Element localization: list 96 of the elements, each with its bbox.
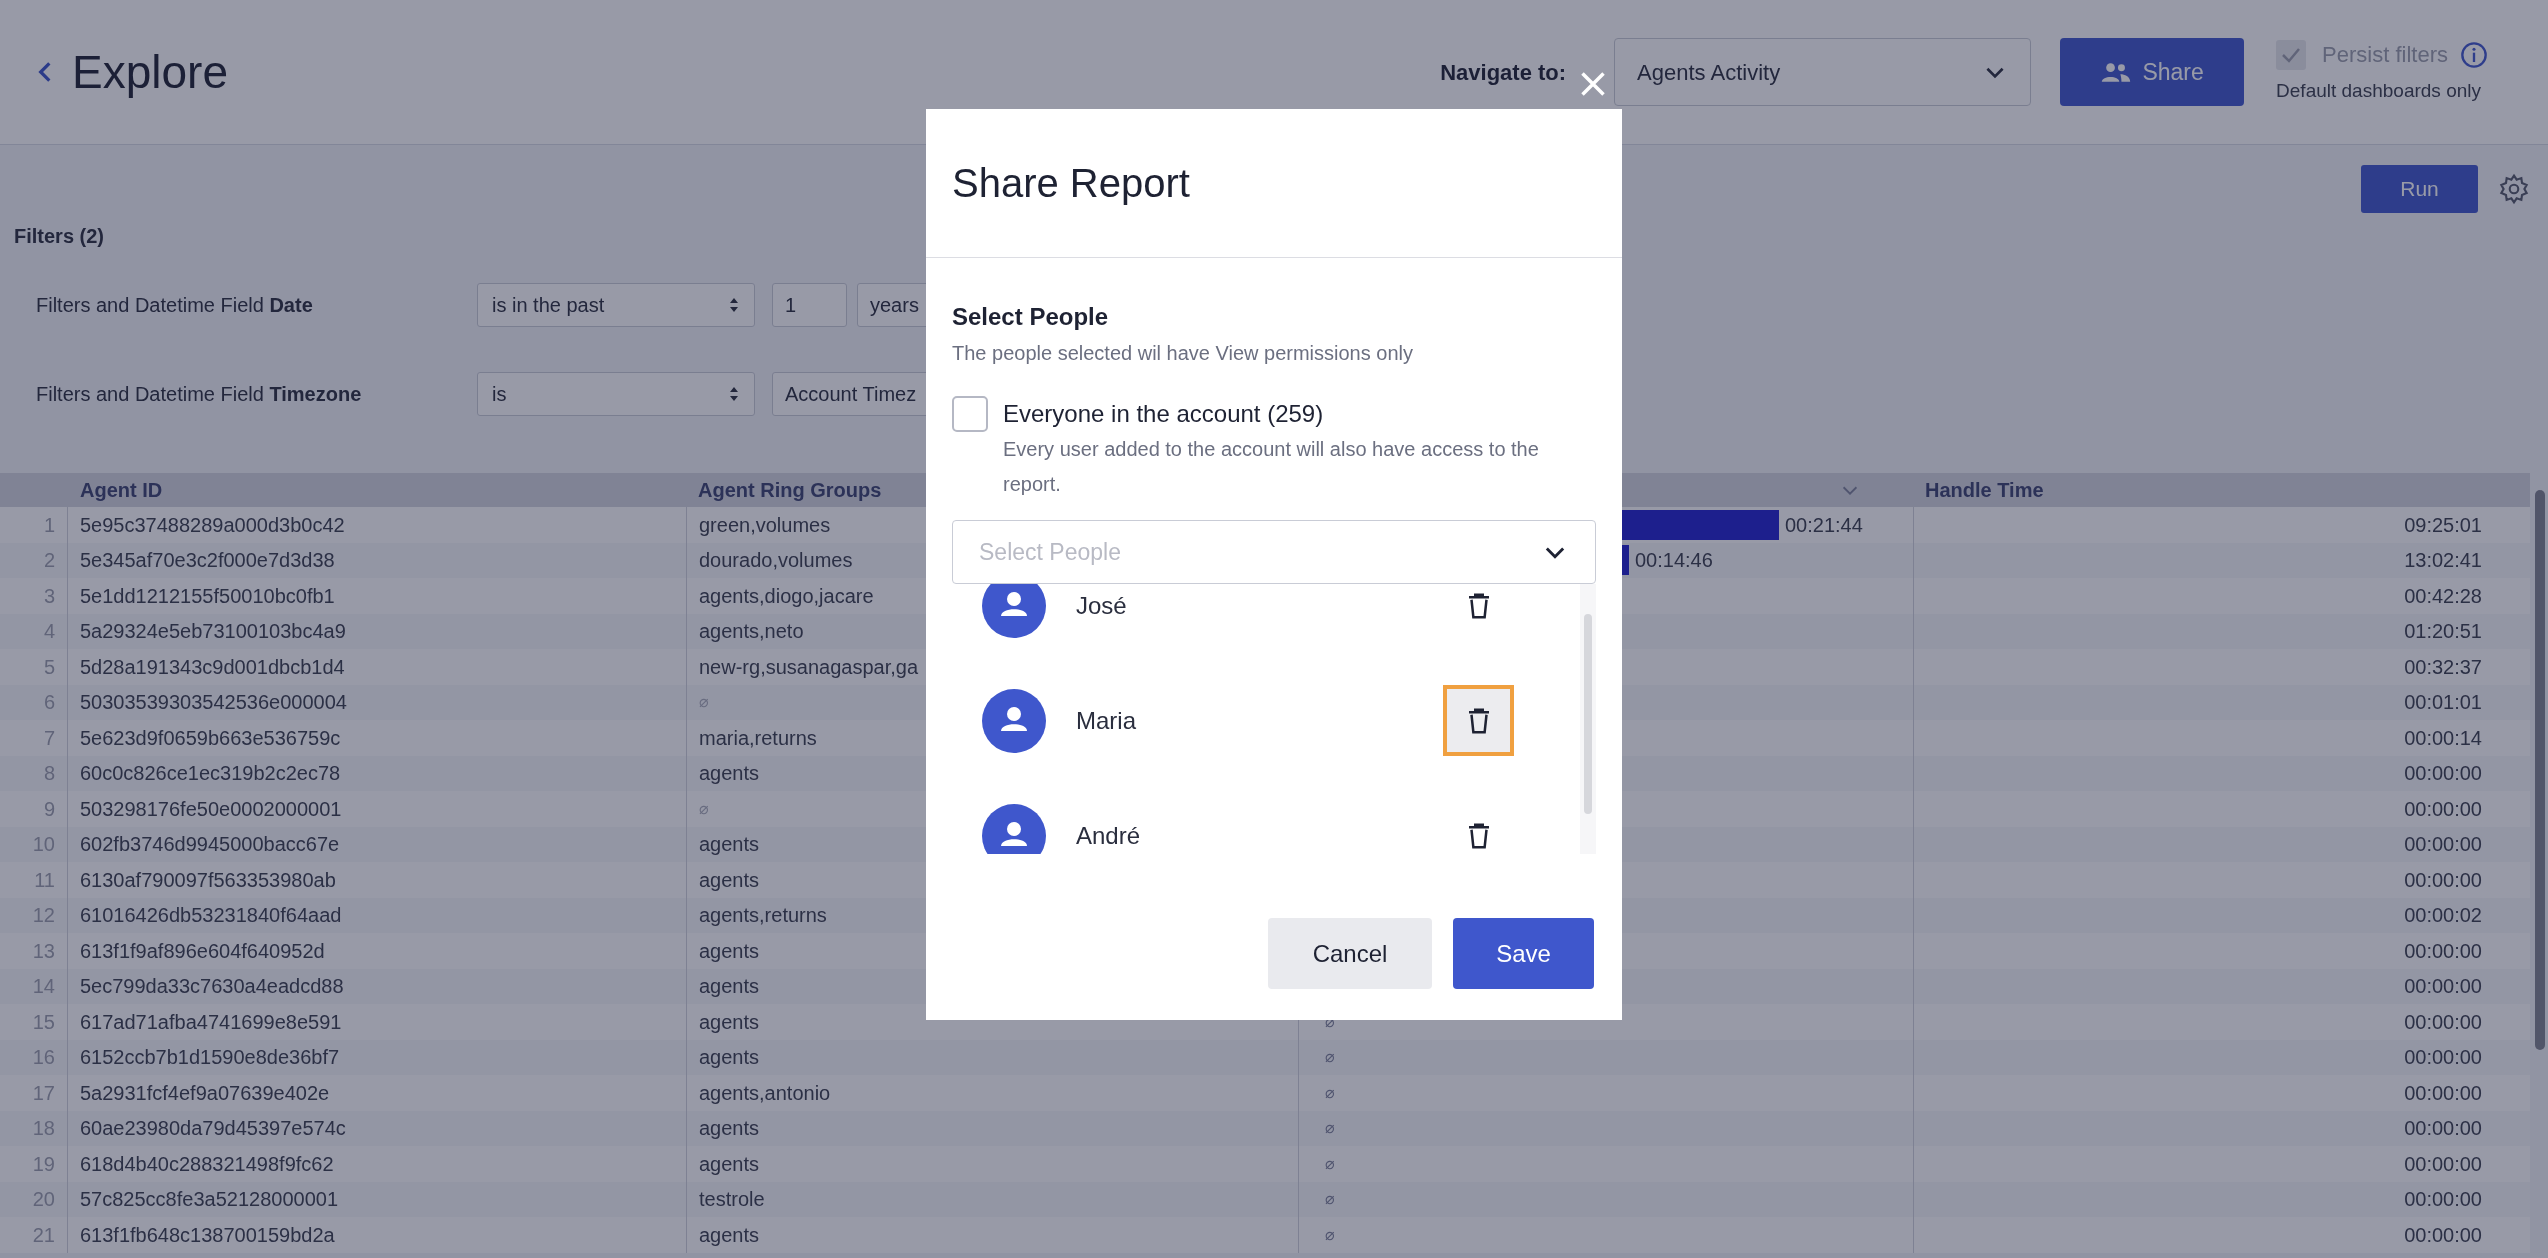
table-cell-text: 602fb3746d9945000bacc67e <box>80 832 340 858</box>
row-number: 11 <box>34 867 55 893</box>
table-cell-text: 00:00:02 <box>2404 903 2482 929</box>
table-cell-text: 50303539303542536e000004 <box>80 690 347 716</box>
table-cell-text: 5e345af70e3c2f000e7d3d38 <box>80 548 335 574</box>
table-cell-text: 6152ccb7b1d1590e8de36bf7 <box>80 1045 340 1071</box>
table-cell-text: 09:25:01 <box>2404 512 2482 538</box>
page-title: Explore <box>72 44 228 100</box>
table-cell-text: dourado,volumes <box>699 548 853 574</box>
table-cell-text: 6130af790097f563353980ab <box>80 867 336 893</box>
table-cell-text: maria,returns <box>699 725 817 751</box>
table-cell-text: 00:21:44 <box>1785 512 1863 538</box>
table-cell-text: 00:00:00 <box>2404 938 2482 964</box>
table-cell-text: 00:00:00 <box>2404 1116 2482 1142</box>
table-cell-text: 00:32:37 <box>2404 654 2482 680</box>
table-cell-text: 00:00:00 <box>2404 1009 2482 1035</box>
section-title: Select People <box>952 302 1110 332</box>
table-cell-text: 5d28a191343c9d001dbcb1d4 <box>80 654 345 680</box>
row-number: 15 <box>32 1009 55 1035</box>
section-hint: The people selected wil have View permissions only <box>952 341 1414 366</box>
table-cell-text: 00:00:00 <box>2404 1187 2482 1213</box>
row-number: 1 <box>43 512 55 538</box>
table-cell-text: 503298176fe50e0002000001 <box>80 796 342 822</box>
persist-filters-note: Default dashboards only <box>2276 79 2482 104</box>
row-number: 13 <box>32 938 55 964</box>
row-number: 19 <box>32 1151 55 1177</box>
row-number: 9 <box>43 796 55 822</box>
table-cell-text: agents <box>699 1222 760 1248</box>
table-cell-text: 00:00:00 <box>2404 1151 2482 1177</box>
person-name: José <box>1076 590 1128 621</box>
table-cell-text: 00:00:00 <box>2404 974 2482 1000</box>
table-cell-text: agents <box>699 1116 760 1142</box>
table-cell-text: 00:14:46 <box>1635 548 1713 574</box>
table-cell-text: testrole <box>699 1187 765 1213</box>
table-cell-text: agents <box>699 832 760 858</box>
table-cell-text: 5e623d9f0659b663e536759c <box>80 725 341 751</box>
table-cell-text: 00:00:00 <box>2404 832 2482 858</box>
table-cell-text: 613f1f9af896e604f640952d <box>80 938 325 964</box>
table-cell-text: ⌀ <box>1325 1224 1335 1245</box>
table-cell-text: agents,returns <box>699 903 827 929</box>
row-number: 5 <box>43 654 55 680</box>
table-cell-text: 618d4b40c288321498f9fc62 <box>80 1151 334 1177</box>
table-cell-text: agents <box>699 1009 760 1035</box>
table-cell-text: agents <box>699 1151 760 1177</box>
everyone-hint: Every user added to the account will also have access to the report. <box>1003 437 1540 497</box>
table-cell-text: 00:00:14 <box>2404 725 2482 751</box>
table-cell-text: agents <box>699 938 760 964</box>
table-cell-text: 00:00:00 <box>2404 796 2482 822</box>
row-number: 7 <box>43 725 55 751</box>
table-cell-text: ⌀ <box>1325 1153 1335 1174</box>
table-cell-text: 00:00:00 <box>2404 1080 2482 1106</box>
table-cell-text: ⌀ <box>699 798 709 819</box>
row-number: 21 <box>32 1222 55 1248</box>
table-cell-text: 5a29324e5eb73100103bc4a9 <box>80 619 346 645</box>
filter-label: Filters and Datetime Field Timezone <box>35 382 363 407</box>
table-cell-text: ⌀ <box>1325 1047 1335 1068</box>
table-cell-text: green,volumes <box>699 512 831 538</box>
table-cell-text: 00:00:00 <box>2404 1045 2482 1071</box>
table-cell-text: agents,antonio <box>699 1080 831 1106</box>
table-cell-text: 5a2931fcf4ef9a07639e402e <box>80 1080 330 1106</box>
table-cell-text: ⌀ <box>1325 1189 1335 1210</box>
table-cell-text: 617ad71afba4741699e8e591 <box>80 1009 342 1035</box>
table-cell-text: 57c825cc8fe3a52128000001 <box>80 1187 339 1213</box>
table-cell-text: agents <box>699 1045 760 1071</box>
table-cell-text: ⌀ <box>1325 1082 1335 1103</box>
table-cell-text: agents <box>699 761 760 787</box>
filter-label: Filters and Datetime Field Date <box>35 293 314 318</box>
row-number: 3 <box>43 583 55 609</box>
table-cell-text: 5e95c37488289a000d3b0c42 <box>80 512 345 538</box>
persist-filters-label: Persist filters <box>2322 41 2448 70</box>
table-cell-text: agents,diogo,jacare <box>699 583 874 609</box>
table-cell-text: 613f1fb648c138700159bd2a <box>80 1222 335 1248</box>
dialog-title: Share Report <box>952 160 1190 207</box>
table-cell-text: 13:02:41 <box>2404 548 2482 574</box>
table-cell-text: 60c0c826ce1ec319b2c2ec78 <box>80 761 341 787</box>
table-cell-text: 00:42:28 <box>2404 583 2482 609</box>
table-cell-text: 5e1dd1212155f50010bc0fb1 <box>80 583 335 609</box>
table-cell-text: 5ec799da33c7630a4eadcd88 <box>80 974 344 1000</box>
table-cell-text: 61016426db53231840f64aad <box>80 903 342 929</box>
table-cell-text: new-rg,susanagaspar,ga <box>699 654 919 680</box>
person-name: André <box>1076 820 1142 851</box>
table-cell-text: 00:01:01 <box>2404 690 2482 716</box>
select-placeholder: Select People <box>979 537 1121 567</box>
table-cell-text: agents <box>699 974 760 1000</box>
table-cell-text: agents <box>699 867 760 893</box>
table-cell-text: 00:00:00 <box>2404 867 2482 893</box>
table-cell-text: 00:00:00 <box>2404 1222 2482 1248</box>
table-cell-text: 60ae23980da79d45397e574c <box>80 1116 346 1142</box>
row-number: 17 <box>32 1080 55 1106</box>
table-cell-text: agents,neto <box>699 619 804 645</box>
table-cell-text: ⌀ <box>699 692 709 713</box>
table-cell-text: ⌀ <box>1325 1118 1335 1139</box>
table-cell-text: 00:00:00 <box>2404 761 2482 787</box>
person-name: Maria <box>1076 705 1137 736</box>
table-cell-text: 01:20:51 <box>2404 619 2482 645</box>
navigate-label: Navigate to: <box>1440 58 1567 87</box>
